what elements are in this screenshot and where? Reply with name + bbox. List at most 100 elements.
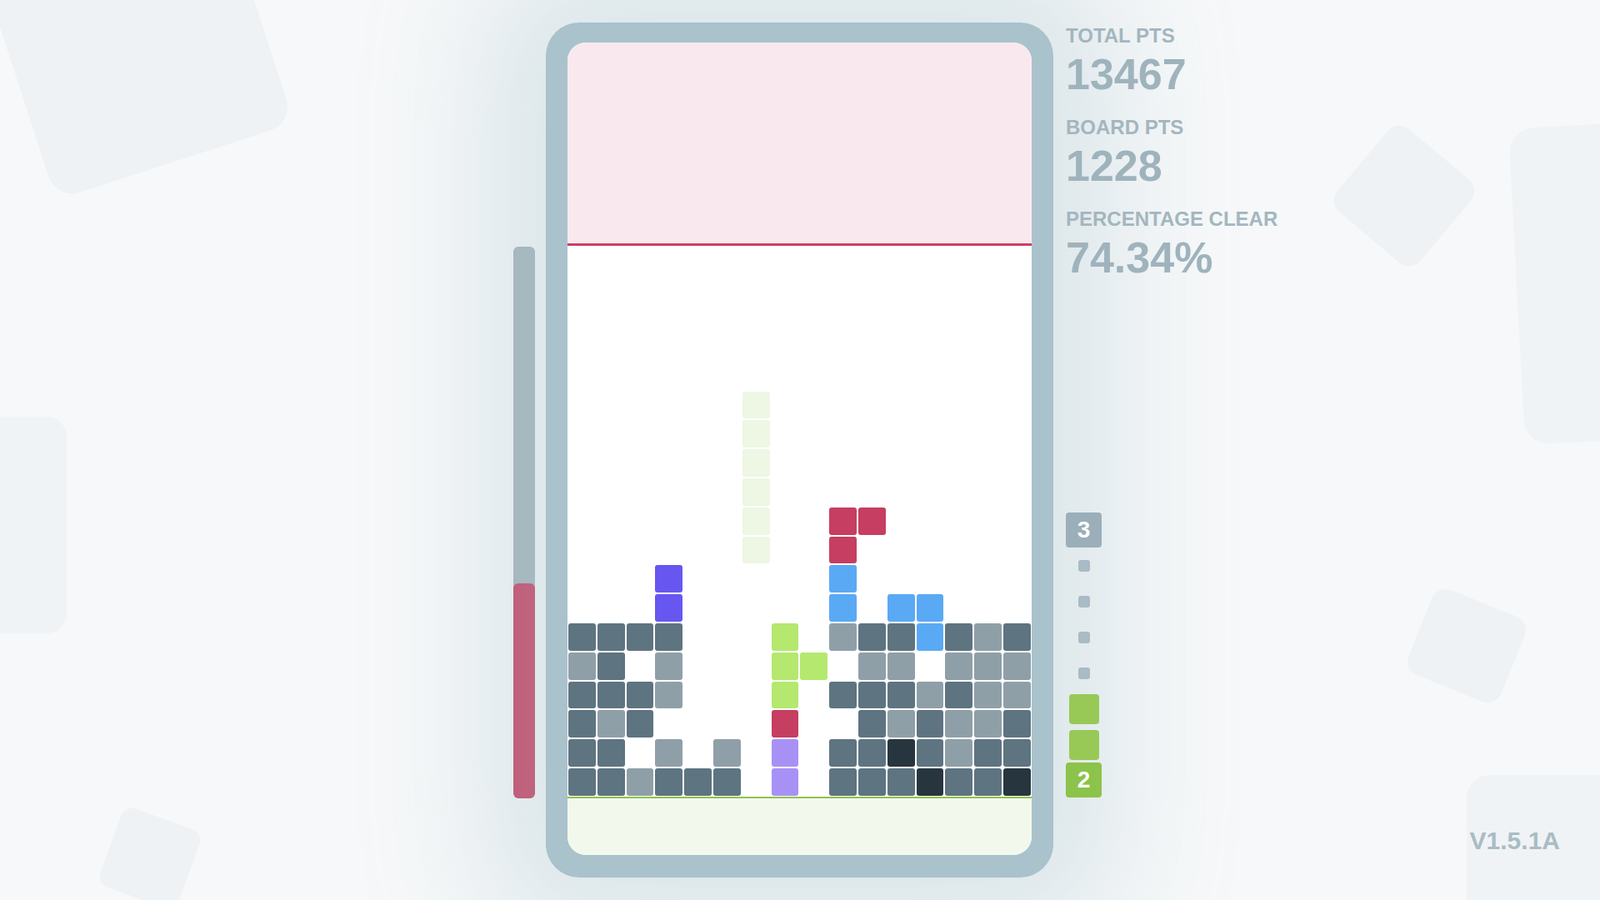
board-cell — [1002, 216, 1032, 246]
board-cell — [741, 390, 771, 420]
board-cell — [712, 216, 742, 246]
block-cell — [858, 507, 886, 535]
stats: TOTAL PTS13467BOARD PTS1228PERCENTAGE CL… — [1065, 25, 1331, 301]
hud: TOTAL PTS13467BOARD PTS1228PERCENTAGE CL… — [1064, 22, 1331, 798]
board-cell — [944, 71, 974, 101]
board-cell — [944, 187, 974, 217]
ghost-cell — [742, 449, 770, 477]
board-cell — [712, 129, 742, 159]
queue-dot — [1078, 667, 1090, 680]
board-cell — [799, 274, 829, 304]
block-cell — [974, 710, 1002, 738]
board-cell — [654, 593, 684, 623]
board[interactable] — [567, 42, 1032, 797]
board-cell — [770, 245, 800, 275]
board-cell — [654, 245, 684, 275]
board-cell — [683, 564, 713, 594]
board-cell — [828, 390, 858, 420]
board-cell — [944, 100, 974, 130]
board-cell — [857, 738, 887, 768]
board-cell — [654, 506, 684, 536]
piece-queue: 32 — [1065, 512, 1102, 798]
board-cell — [567, 245, 597, 275]
board-cell — [596, 187, 626, 217]
board-cell — [1002, 680, 1032, 710]
board-cell — [712, 245, 742, 275]
block-cell — [945, 652, 973, 680]
block-cell — [829, 594, 857, 622]
board-cell — [567, 622, 597, 652]
board-cell — [1002, 303, 1032, 333]
block-cell — [655, 652, 683, 680]
background-tile — [1327, 119, 1480, 272]
stat-value: 1228 — [1065, 144, 1331, 188]
stat-block: BOARD PTS 1228 — [1065, 117, 1331, 210]
board-cell — [625, 245, 655, 275]
board-cell — [596, 216, 626, 246]
board-cell — [712, 593, 742, 623]
board-row — [567, 622, 1032, 652]
block-cell — [597, 623, 625, 651]
block-cell — [829, 768, 857, 796]
board-cell — [770, 506, 800, 536]
board-cell — [625, 332, 655, 362]
danger-row — [567, 100, 1032, 130]
block-cell — [974, 681, 1002, 710]
block-cell — [858, 739, 886, 767]
block-cell — [858, 710, 886, 738]
version-text: V1.5.1A — [1470, 826, 1560, 855]
board-cell — [915, 738, 945, 768]
block-cell — [887, 710, 915, 738]
board-cell — [944, 303, 974, 333]
board-cell — [915, 477, 945, 507]
background-tile — [1508, 121, 1600, 445]
board-cell — [828, 361, 858, 391]
board-cell — [625, 274, 655, 304]
board-cell — [857, 709, 887, 739]
board-cell — [654, 42, 684, 72]
stat-label: BOARD PTS — [1065, 117, 1331, 138]
block-cell — [597, 652, 625, 680]
board-cell — [973, 419, 1003, 449]
board-cell — [799, 390, 829, 420]
board-cell — [683, 622, 713, 652]
board-cell — [596, 390, 626, 420]
board-cell — [654, 332, 684, 362]
board-cell — [915, 332, 945, 362]
board-row — [567, 651, 1032, 681]
block-cell — [684, 768, 712, 796]
board-cell — [886, 158, 916, 188]
board-cell — [915, 42, 945, 72]
board-cell — [1002, 448, 1032, 478]
board-cell — [857, 564, 887, 594]
board-cell — [915, 390, 945, 420]
board-cell — [567, 680, 597, 710]
background-tile — [96, 805, 204, 900]
board-cell — [973, 593, 1003, 623]
board-cell — [741, 506, 771, 536]
block-cell — [771, 681, 800, 710]
board-row — [567, 448, 1032, 478]
board-cell — [596, 593, 626, 623]
board-cell — [741, 477, 771, 507]
board-cell — [799, 680, 829, 710]
board-cell — [683, 332, 713, 362]
board-cell — [915, 71, 945, 101]
block-cell — [974, 652, 1002, 680]
block-cell — [568, 652, 596, 680]
board-cell — [625, 390, 655, 420]
ghost-cell — [742, 478, 770, 506]
board-cell — [886, 535, 916, 565]
queue-dot — [1078, 595, 1090, 608]
board-cell — [973, 390, 1003, 420]
board-cell — [915, 680, 945, 710]
board-row — [567, 361, 1032, 391]
block-cell — [887, 681, 915, 710]
board-cell — [973, 187, 1003, 217]
block-cell — [713, 739, 741, 767]
board-cell — [857, 680, 887, 710]
board-cell — [828, 448, 858, 478]
board-cell — [741, 448, 771, 478]
board-cell — [770, 390, 800, 420]
block-cell — [829, 536, 857, 565]
